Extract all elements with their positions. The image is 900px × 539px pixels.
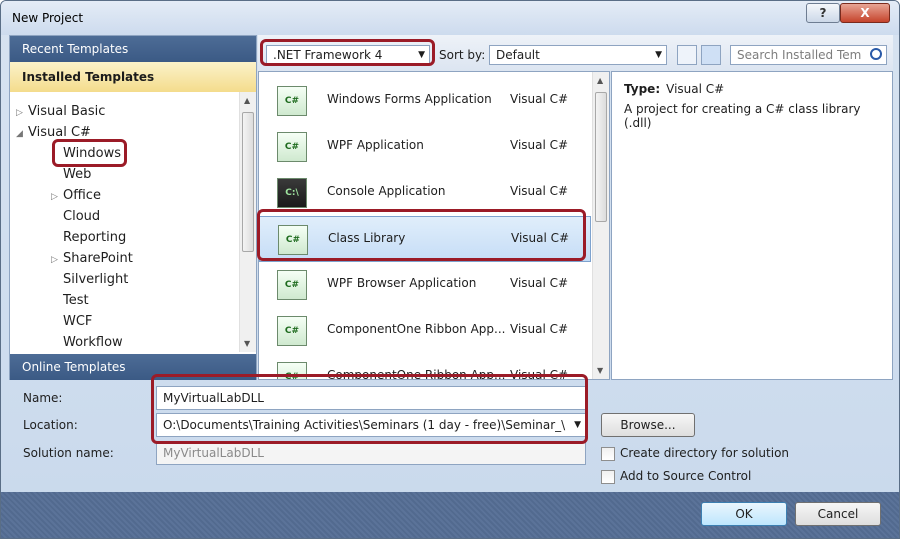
template-row[interactable]: C# ComponentOne Ribbon App... Visual C# [259,354,591,379]
location-label: Location: [23,418,78,432]
scroll-up-icon[interactable]: ▲ [597,76,603,85]
collapse-arrow-icon[interactable]: ◢ [16,124,28,144]
tree-item-wcf[interactable]: WCF [63,312,92,332]
template-row[interactable]: C# ComponentOne Ribbon App... Visual C# [259,308,591,354]
name-input[interactable]: MyVirtualLabDLL [156,386,586,410]
tree-item-sharepoint[interactable]: ▷ SharePoint [51,249,133,269]
tree-item-visual-csharp[interactable]: ◢ Visual C# [16,123,91,143]
ribbon-icon: C# [277,316,307,346]
type-line: Type: Visual C# [624,82,725,96]
chevron-down-icon: ▼ [418,50,425,60]
form-icon: C# [277,86,307,116]
recent-templates-header[interactable]: Recent Templates [10,36,256,62]
expand-arrow-icon[interactable]: ▷ [51,250,63,270]
template-row[interactable]: C# WPF Browser Application Visual C# [259,262,591,308]
tree-item-silverlight[interactable]: Silverlight [63,270,128,290]
solution-name-input[interactable]: MyVirtualLabDLL [156,441,586,465]
source-control-checkbox[interactable] [601,470,615,484]
window-title: New Project [12,11,84,25]
tree-item-office[interactable]: ▷ Office [51,186,101,206]
tree-item-workflow[interactable]: Workflow [63,333,123,347]
create-directory-checkbox[interactable] [601,447,615,461]
search-input[interactable]: Search Installed Tem [730,45,887,65]
solution-name-label: Solution name: [23,446,114,460]
scroll-down-icon[interactable]: ▼ [597,366,603,375]
framework-select[interactable]: .NET Framework 4 ▼ [266,45,430,65]
scroll-up-icon[interactable]: ▲ [244,96,250,105]
template-scroll-thumb[interactable] [595,92,607,222]
new-project-dialog: New Project ? X Recent Templates Install… [0,0,900,539]
chevron-down-icon: ▼ [655,50,662,60]
template-scrollbar[interactable]: ▲ ▼ [592,72,609,379]
template-description: A project for creating a C# class librar… [624,102,861,130]
sort-label: Sort by: [439,48,486,62]
title-bar: New Project ? X [1,1,899,35]
list-view-icon[interactable] [701,45,721,65]
source-control-label: Add to Source Control [620,469,752,483]
tree-item-test[interactable]: Test [63,291,89,311]
tree-item-windows[interactable]: Windows [63,144,121,164]
class-library-icon: C# [278,225,308,255]
expand-arrow-icon[interactable]: ▷ [16,103,28,123]
template-row[interactable]: C:\ Console Application Visual C# [259,170,591,216]
tree-scroll-thumb[interactable] [242,112,254,252]
tree-item-web[interactable]: Web [63,165,91,185]
online-templates-header[interactable]: Online Templates [10,354,256,380]
wpf-browser-icon: C# [277,270,307,300]
template-row[interactable]: C# Windows Forms Application Visual C# [259,78,591,124]
template-row-selected[interactable]: C# Class Library Visual C# [259,216,591,262]
template-description-pane: Type: Visual C# A project for creating a … [611,71,893,380]
scroll-down-icon[interactable]: ▼ [244,339,250,348]
help-button[interactable]: ? [806,3,840,23]
tree-scrollbar[interactable]: ▲ ▼ [239,92,256,352]
tree-item-visual-basic[interactable]: ▷ Visual Basic [16,102,105,122]
chevron-down-icon: ▼ [574,420,581,430]
cancel-button[interactable]: Cancel [795,502,881,526]
template-categories-pane: Recent Templates Installed Templates ▷ Vi… [9,35,257,380]
browse-button[interactable]: Browse... [601,413,695,437]
small-icons-view-icon[interactable] [677,45,697,65]
location-select[interactable]: O:\Documents\Training Activities\Seminar… [156,413,586,437]
ribbon-icon: C# [277,362,307,379]
ok-button[interactable]: OK [701,502,787,526]
template-row[interactable]: C# WPF Application Visual C# [259,124,591,170]
search-icon[interactable] [870,48,882,60]
console-icon: C:\ [277,178,307,208]
wpf-icon: C# [277,132,307,162]
tree-item-cloud[interactable]: Cloud [63,207,100,227]
installed-templates-header[interactable]: Installed Templates [10,62,256,92]
name-label: Name: [23,391,63,405]
expand-arrow-icon[interactable]: ▷ [51,187,63,207]
tree-item-reporting[interactable]: Reporting [63,228,126,248]
template-list: C# Windows Forms Application Visual C# C… [258,71,610,380]
sort-select[interactable]: Default ▼ [489,45,667,65]
template-tree: ▷ Visual Basic ◢ Visual C# Windows Web ▷ Of… [10,94,240,354]
create-directory-label: Create directory for solution [620,446,790,460]
close-button[interactable]: X [840,3,890,23]
